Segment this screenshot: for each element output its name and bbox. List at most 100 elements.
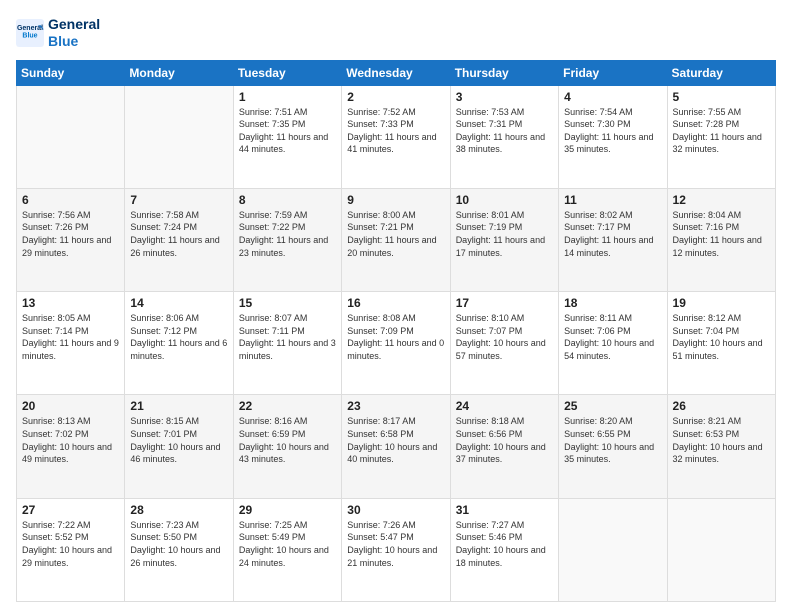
calendar-cell [667, 498, 775, 601]
day-number: 3 [456, 90, 553, 104]
day-info: Sunrise: 7:51 AMSunset: 7:35 PMDaylight:… [239, 106, 336, 156]
day-info: Sunrise: 8:17 AMSunset: 6:58 PMDaylight:… [347, 415, 444, 465]
day-number: 8 [239, 193, 336, 207]
calendar-cell: 25 Sunrise: 8:20 AMSunset: 6:55 PMDayligh… [559, 395, 667, 498]
logo: General Blue General Blue [16, 16, 100, 50]
calendar-cell: 9 Sunrise: 8:00 AMSunset: 7:21 PMDaylight… [342, 188, 450, 291]
day-info: Sunrise: 7:25 AMSunset: 5:49 PMDaylight:… [239, 519, 336, 569]
calendar-week-row: 1 Sunrise: 7:51 AMSunset: 7:35 PMDaylight… [17, 85, 776, 188]
day-number: 21 [130, 399, 227, 413]
logo-icon: General Blue [16, 19, 44, 47]
day-number: 15 [239, 296, 336, 310]
day-number: 2 [347, 90, 444, 104]
calendar-week-row: 13 Sunrise: 8:05 AMSunset: 7:14 PMDayligh… [17, 292, 776, 395]
day-info: Sunrise: 8:04 AMSunset: 7:16 PMDaylight:… [673, 209, 770, 259]
day-info: Sunrise: 7:23 AMSunset: 5:50 PMDaylight:… [130, 519, 227, 569]
weekday-header: Friday [559, 60, 667, 85]
day-info: Sunrise: 7:56 AMSunset: 7:26 PMDaylight:… [22, 209, 119, 259]
calendar-cell: 24 Sunrise: 8:18 AMSunset: 6:56 PMDayligh… [450, 395, 558, 498]
calendar-week-row: 20Sunrise: 8:13 AMSunset: 7:02 PMDayligh… [17, 395, 776, 498]
calendar-cell: 10 Sunrise: 8:01 AMSunset: 7:19 PMDayligh… [450, 188, 558, 291]
day-info: Sunrise: 8:07 AMSunset: 7:11 PMDaylight:… [239, 312, 336, 362]
day-number: 27 [22, 503, 119, 517]
weekday-header: Tuesday [233, 60, 341, 85]
day-number: 19 [673, 296, 770, 310]
calendar-cell: 8 Sunrise: 7:59 AMSunset: 7:22 PMDaylight… [233, 188, 341, 291]
day-number: 29 [239, 503, 336, 517]
day-number: 10 [456, 193, 553, 207]
calendar-cell: 23 Sunrise: 8:17 AMSunset: 6:58 PMDayligh… [342, 395, 450, 498]
calendar-cell: 7 Sunrise: 7:58 AMSunset: 7:24 PMDaylight… [125, 188, 233, 291]
calendar-cell: 22 Sunrise: 8:16 AMSunset: 6:59 PMDayligh… [233, 395, 341, 498]
day-number: 18 [564, 296, 661, 310]
day-info: Sunrise: 7:58 AMSunset: 7:24 PMDaylight:… [130, 209, 227, 259]
page: General Blue General Blue SundayMondayTu… [0, 0, 792, 612]
day-number: 23 [347, 399, 444, 413]
day-info: Sunrise: 8:13 AMSunset: 7:02 PMDaylight:… [22, 415, 119, 465]
calendar-cell [125, 85, 233, 188]
day-info: Sunrise: 7:52 AMSunset: 7:33 PMDaylight:… [347, 106, 444, 156]
day-info: Sunrise: 8:20 AMSunset: 6:55 PMDaylight:… [564, 415, 661, 465]
calendar-cell: 29 Sunrise: 7:25 AMSunset: 5:49 PMDayligh… [233, 498, 341, 601]
calendar-cell: 13 Sunrise: 8:05 AMSunset: 7:14 PMDayligh… [17, 292, 125, 395]
day-info: Sunrise: 7:27 AMSunset: 5:46 PMDaylight:… [456, 519, 553, 569]
calendar-cell: 30 Sunrise: 7:26 AMSunset: 5:47 PMDayligh… [342, 498, 450, 601]
day-info: Sunrise: 8:10 AMSunset: 7:07 PMDaylight:… [456, 312, 553, 362]
calendar-cell: 3 Sunrise: 7:53 AMSunset: 7:31 PMDaylight… [450, 85, 558, 188]
weekday-header: Sunday [17, 60, 125, 85]
calendar-cell: 27 Sunrise: 7:22 AMSunset: 5:52 PMDayligh… [17, 498, 125, 601]
day-number: 6 [22, 193, 119, 207]
day-info: Sunrise: 7:59 AMSunset: 7:22 PMDaylight:… [239, 209, 336, 259]
day-info: Sunrise: 8:21 AMSunset: 6:53 PMDaylight:… [673, 415, 770, 465]
calendar-cell: 19 Sunrise: 8:12 AMSunset: 7:04 PMDayligh… [667, 292, 775, 395]
day-info: Sunrise: 7:54 AMSunset: 7:30 PMDaylight:… [564, 106, 661, 156]
day-number: 24 [456, 399, 553, 413]
day-number: 14 [130, 296, 227, 310]
header: General Blue General Blue [16, 16, 776, 50]
day-info: Sunrise: 8:16 AMSunset: 6:59 PMDaylight:… [239, 415, 336, 465]
day-number: 22 [239, 399, 336, 413]
day-info: Sunrise: 8:18 AMSunset: 6:56 PMDaylight:… [456, 415, 553, 465]
calendar-cell: 1 Sunrise: 7:51 AMSunset: 7:35 PMDaylight… [233, 85, 341, 188]
calendar-table: SundayMondayTuesdayWednesdayThursdayFrid… [16, 60, 776, 602]
day-number: 12 [673, 193, 770, 207]
day-number: 7 [130, 193, 227, 207]
day-info: Sunrise: 8:12 AMSunset: 7:04 PMDaylight:… [673, 312, 770, 362]
day-number: 5 [673, 90, 770, 104]
calendar-cell: 17Sunrise: 8:10 AMSunset: 7:07 PMDayligh… [450, 292, 558, 395]
day-number: 30 [347, 503, 444, 517]
calendar-cell: 31Sunrise: 7:27 AMSunset: 5:46 PMDayligh… [450, 498, 558, 601]
calendar-cell: 4 Sunrise: 7:54 AMSunset: 7:30 PMDaylight… [559, 85, 667, 188]
day-number: 16 [347, 296, 444, 310]
day-info: Sunrise: 7:26 AMSunset: 5:47 PMDaylight:… [347, 519, 444, 569]
day-info: Sunrise: 7:22 AMSunset: 5:52 PMDaylight:… [22, 519, 119, 569]
calendar-cell: 20Sunrise: 8:13 AMSunset: 7:02 PMDayligh… [17, 395, 125, 498]
calendar-cell: 2 Sunrise: 7:52 AMSunset: 7:33 PMDaylight… [342, 85, 450, 188]
day-info: Sunrise: 8:05 AMSunset: 7:14 PMDaylight:… [22, 312, 119, 362]
day-number: 28 [130, 503, 227, 517]
svg-text:Blue: Blue [22, 32, 37, 39]
calendar-cell [17, 85, 125, 188]
calendar-cell: 5 Sunrise: 7:55 AMSunset: 7:28 PMDaylight… [667, 85, 775, 188]
calendar-cell: 18Sunrise: 8:11 AMSunset: 7:06 PMDayligh… [559, 292, 667, 395]
day-info: Sunrise: 8:00 AMSunset: 7:21 PMDaylight:… [347, 209, 444, 259]
weekday-header: Thursday [450, 60, 558, 85]
day-number: 26 [673, 399, 770, 413]
calendar-header-row: SundayMondayTuesdayWednesdayThursdayFrid… [17, 60, 776, 85]
day-number: 25 [564, 399, 661, 413]
day-number: 9 [347, 193, 444, 207]
calendar-cell: 15 Sunrise: 8:07 AMSunset: 7:11 PMDayligh… [233, 292, 341, 395]
day-number: 4 [564, 90, 661, 104]
day-info: Sunrise: 7:53 AMSunset: 7:31 PMDaylight:… [456, 106, 553, 156]
day-number: 1 [239, 90, 336, 104]
calendar-cell: 6 Sunrise: 7:56 AMSunset: 7:26 PMDaylight… [17, 188, 125, 291]
day-number: 13 [22, 296, 119, 310]
day-info: Sunrise: 8:01 AMSunset: 7:19 PMDaylight:… [456, 209, 553, 259]
day-info: Sunrise: 8:06 AMSunset: 7:12 PMDaylight:… [130, 312, 227, 362]
weekday-header: Wednesday [342, 60, 450, 85]
calendar-cell: 11Sunrise: 8:02 AMSunset: 7:17 PMDayligh… [559, 188, 667, 291]
calendar-cell: 21Sunrise: 8:15 AMSunset: 7:01 PMDayligh… [125, 395, 233, 498]
logo-text: General Blue [48, 16, 100, 50]
day-info: Sunrise: 7:55 AMSunset: 7:28 PMDaylight:… [673, 106, 770, 156]
weekday-header: Monday [125, 60, 233, 85]
